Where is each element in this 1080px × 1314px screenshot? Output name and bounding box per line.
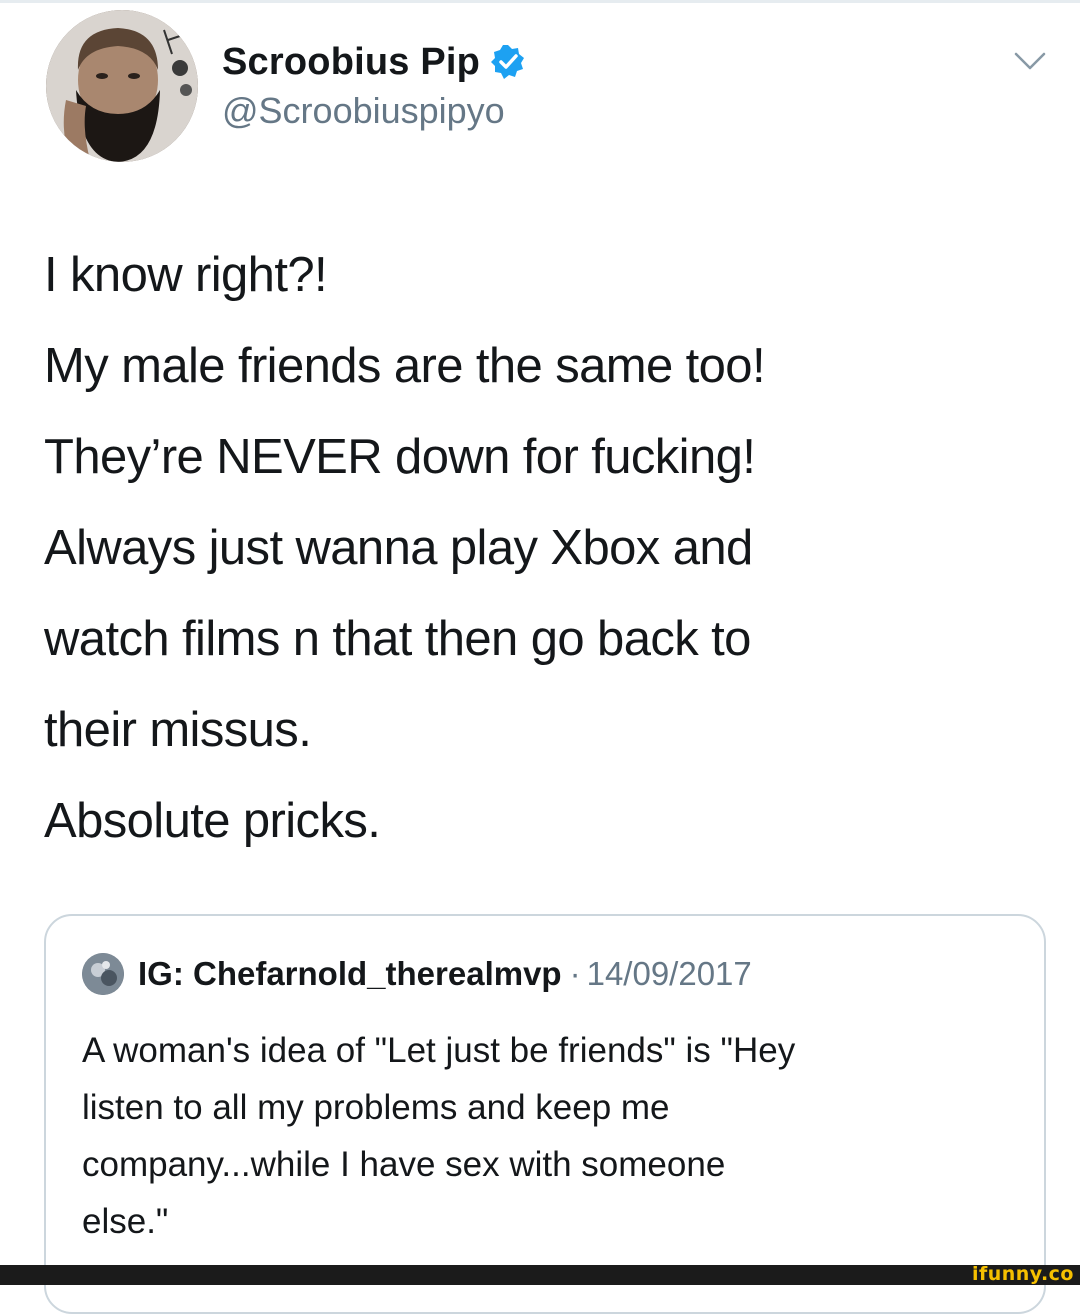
bearded-man-avatar-icon [46, 10, 198, 162]
watermark-bar: ifunny.co [0, 1263, 1080, 1285]
quoted-text-line: A woman's idea of "Let just be friends" … [82, 1031, 796, 1070]
quoted-tweet-header: IG: Chefarnold_therealmvp · 14/09/2017 [82, 948, 752, 1000]
tweet-text-line: watch films n that then go back to [44, 612, 751, 666]
tweet-card: Scroobius Pip @Scroobiuspipyo I know rig… [0, 0, 1080, 1314]
quoted-text-line: else." [82, 1202, 169, 1241]
quoted-tweet-body: A woman's idea of "Let just be friends" … [82, 1022, 1022, 1250]
author-avatar[interactable] [46, 10, 198, 162]
tweet-text-line: They’re NEVER down for fucking! [44, 430, 756, 484]
author-handle[interactable]: @Scroobiuspipyo [222, 90, 505, 132]
quoted-author-avatar [82, 953, 124, 995]
chevron-down-icon[interactable] [1012, 48, 1048, 74]
tweet-text-line: Absolute pricks. [44, 794, 381, 848]
quoted-tweet-date: 14/09/2017 [586, 955, 752, 992]
author-display-name[interactable]: Scroobius Pip [222, 41, 480, 84]
quoted-author-name: IG: Chefarnold_therealmvp [138, 955, 562, 992]
tweet-body: I know right?! My male friends are the s… [44, 230, 1044, 867]
tweet-text-line: I know right?! [44, 248, 328, 302]
tweet-text-line: My male friends are the same too! [44, 339, 766, 393]
quoted-meta-separator: · [569, 955, 581, 992]
divider [0, 0, 1080, 3]
tweet-text-line: their missus. [44, 703, 312, 757]
verified-badge-icon [490, 44, 526, 80]
quoted-text-line: company...while I have sex with someone [82, 1145, 726, 1184]
quoted-text-line: listen to all my problems and keep me [82, 1088, 670, 1127]
tweet-text-line: Always just wanna play Xbox and [44, 521, 753, 575]
quoted-tweet-card[interactable]: IG: Chefarnold_therealmvp · 14/09/2017 A… [44, 914, 1046, 1314]
ifunny-watermark-logo: ifunny.co [971, 1263, 1074, 1285]
author-name-row[interactable]: Scroobius Pip [222, 38, 526, 86]
